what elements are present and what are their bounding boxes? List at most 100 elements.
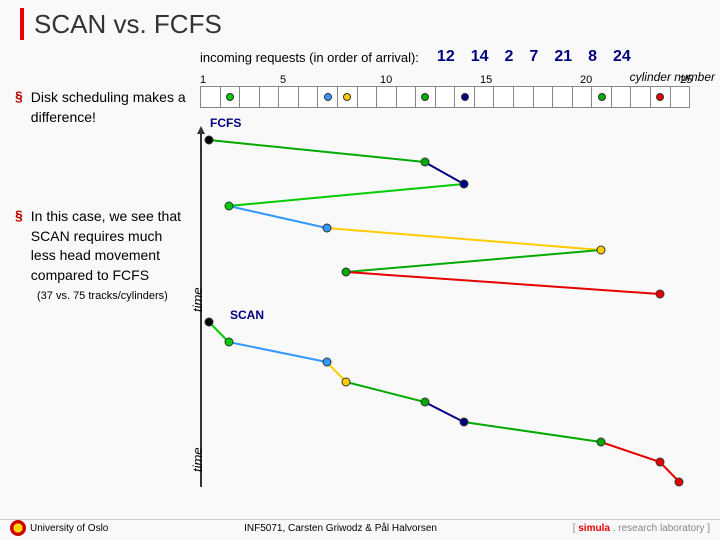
axis-tick: 1: [200, 74, 206, 86]
track-cell: [493, 86, 513, 108]
university-logo-icon: [10, 520, 26, 536]
path-segment: [229, 184, 464, 206]
request-4: 7: [529, 48, 538, 66]
cylinder-dot-icon: [324, 93, 332, 101]
axis-tick: 20: [580, 74, 592, 86]
path-segment: [464, 422, 601, 442]
track-cell: [239, 86, 259, 108]
bullet-marker-icon: §: [15, 88, 23, 127]
path-node-icon: [420, 398, 429, 407]
university: University of Oslo: [10, 520, 108, 536]
course-info: INF5071, Carsten Griwodz & Pål Halvorsen: [244, 523, 437, 534]
bullet-1: § Disk scheduling makes a difference!: [15, 88, 190, 127]
path-node-icon: [205, 136, 214, 145]
path-segment: [425, 162, 464, 184]
request-6: 8: [588, 48, 597, 66]
track-cell: [533, 86, 553, 108]
title-bar: SCAN vs. FCFS: [0, 0, 720, 48]
path-node-icon: [322, 224, 331, 233]
cylinder-track: [200, 86, 690, 108]
request-2: 14: [471, 48, 489, 66]
path-node-icon: [597, 246, 606, 255]
bullet-text-2: In this case, we see that SCAN requires …: [31, 207, 190, 285]
request-3: 2: [505, 48, 514, 66]
cylinder-dot-icon: [421, 93, 429, 101]
left-column: § Disk scheduling makes a difference! § …: [0, 48, 200, 492]
path-node-icon: [205, 318, 214, 327]
track-cell: [376, 86, 396, 108]
cylinder-axis: cylinder number 1510152025: [200, 72, 720, 112]
track-cell: [200, 86, 220, 108]
axis-tick: 10: [380, 74, 392, 86]
path-segment: [601, 442, 660, 462]
track-cell: [415, 86, 435, 108]
track-cell: [513, 86, 533, 108]
track-cell: [220, 86, 240, 108]
cylinder-dot-icon: [226, 93, 234, 101]
track-cell: [552, 86, 572, 108]
lab-credit: [ simula . research laboratory ]: [573, 523, 710, 534]
axis-tick: 5: [280, 74, 286, 86]
page-title: SCAN vs. FCFS: [34, 9, 222, 40]
track-cell: [650, 86, 670, 108]
bullet-text-1: Disk scheduling makes a difference!: [31, 88, 190, 127]
path-segment: [229, 206, 327, 228]
path-node-icon: [322, 358, 331, 367]
track-cell: [670, 86, 691, 108]
track-cell: [259, 86, 279, 108]
requests-row: incoming requests (in order of arrival):…: [200, 48, 720, 66]
request-1: 12: [437, 48, 455, 66]
track-cell: [278, 86, 298, 108]
track-cell: [337, 86, 357, 108]
path-lines: [200, 132, 700, 492]
track-cell: [591, 86, 611, 108]
sub-note: (37 vs. 75 tracks/cylinders): [37, 290, 190, 302]
head-movement-diagram: time time SCAN: [200, 132, 720, 492]
track-cell: [298, 86, 318, 108]
track-cell: [435, 86, 455, 108]
path-segment: [346, 272, 660, 294]
cylinder-dot-icon: [656, 93, 664, 101]
bullet-2: § In this case, we see that SCAN require…: [15, 207, 190, 285]
title-accent: [20, 8, 24, 40]
path-segment: [425, 402, 464, 422]
cylinder-label: cylinder number: [630, 70, 715, 84]
cylinder-dot-icon: [461, 93, 469, 101]
axis-tick: 25: [680, 74, 692, 86]
path-node-icon: [420, 158, 429, 167]
track-cell: [357, 86, 377, 108]
axis-tick: 15: [480, 74, 492, 86]
path-node-icon: [459, 418, 468, 427]
track-cell: [474, 86, 494, 108]
track-cell: [454, 86, 474, 108]
path-node-icon: [655, 290, 664, 299]
bullet-marker-icon: §: [15, 207, 23, 285]
track-cell: [611, 86, 631, 108]
path-segment: [346, 250, 601, 272]
path-segment: [327, 228, 601, 250]
path-segment: [229, 342, 327, 362]
path-node-icon: [342, 378, 351, 387]
scan-label: SCAN: [230, 308, 264, 322]
path-node-icon: [675, 478, 684, 487]
fcfs-label: FCFS: [210, 116, 720, 130]
path-segment: [346, 382, 424, 402]
path-segment: [209, 140, 425, 162]
path-node-icon: [459, 180, 468, 189]
request-5: 21: [554, 48, 572, 66]
requests-label: incoming requests (in order of arrival):: [200, 50, 419, 65]
track-cell: [396, 86, 416, 108]
path-node-icon: [224, 202, 233, 211]
track-cell: [572, 86, 592, 108]
cylinder-dot-icon: [343, 93, 351, 101]
path-node-icon: [655, 458, 664, 467]
path-node-icon: [224, 338, 233, 347]
footer: University of Oslo INF5071, Carsten Griw…: [0, 519, 720, 536]
path-node-icon: [597, 438, 606, 447]
request-7: 24: [613, 48, 631, 66]
right-column: incoming requests (in order of arrival):…: [200, 48, 720, 492]
track-cell: [317, 86, 337, 108]
cylinder-dot-icon: [598, 93, 606, 101]
path-node-icon: [342, 268, 351, 277]
track-cell: [630, 86, 650, 108]
